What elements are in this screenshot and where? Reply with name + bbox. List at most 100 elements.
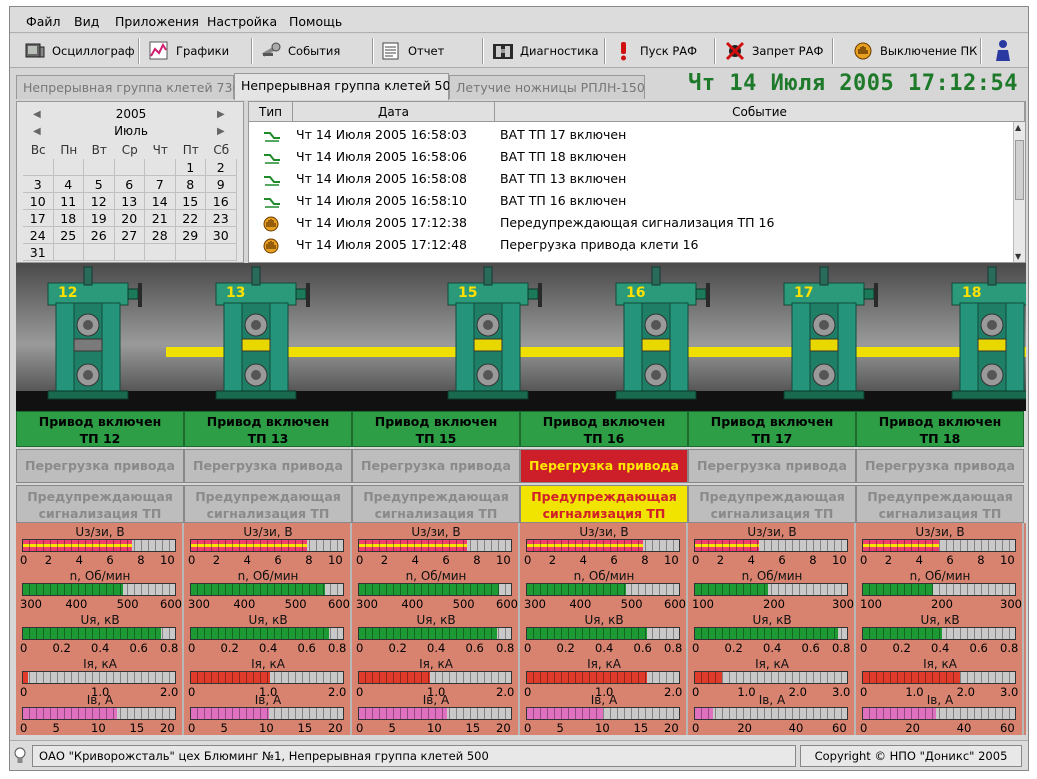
scroll-thumb[interactable] [1015,140,1024,200]
gauge-column: Uз/зи, В 0 2 4 6 8 10 n, Об/мин 100 200 300 Uя, кВ 0… [688,523,856,735]
gauge-tick-label: 0 [524,641,532,655]
calendar-day[interactable]: 19 [84,210,115,227]
calendar-day[interactable]: 24 [23,227,54,244]
gauge-tick-label: 0 [188,721,196,735]
event-row[interactable]: Чт 14 Июля 2005 17:12:48 Перегрузка приво… [249,234,1013,256]
gauge-tick-label: 0.2 [556,641,575,655]
tab-group-500[interactable]: Непрерывная группа клетей 500 [234,73,458,100]
tab-shears[interactable]: Летучие ножницы РПЛН-150 [449,75,645,99]
gauge-label: Iв, А [926,693,954,707]
calendar-day[interactable]: 28 [145,227,176,244]
calendar-day[interactable]: 30 [206,227,237,244]
menu-help[interactable]: Помощь [289,14,342,29]
column-event[interactable]: Событие [495,102,1025,122]
calendar-day[interactable]: 14 [145,193,176,210]
drive-on-label: Привод включен [374,414,498,429]
calendar-day[interactable]: 17 [23,210,54,227]
calendar-week: 10 11 12 13 14 15 16 [23,193,237,210]
event-row[interactable]: Чт 14 Июля 2005 16:58:03 ВАТ ТП 17 включе… [249,124,1013,146]
event-row[interactable]: Чт 14 Июля 2005 16:58:10 ВАТ ТП 16 включе… [249,190,1013,212]
calendar-day[interactable]: 23 [206,210,237,227]
calendar-day[interactable]: 8 [175,176,206,193]
calendar-day[interactable]: 12 [84,193,115,210]
calendar-day[interactable]: 29 [175,227,206,244]
menu-view[interactable]: Вид [74,14,99,29]
weekday: Ср [121,143,138,157]
gauge-tick-label: 20 [664,721,679,735]
gauge-tick-label: 0.4 [259,641,278,655]
gauge-bar [526,583,680,596]
gauge-tick-label: 400 [401,597,424,611]
calendar-day[interactable]: 9 [206,176,237,193]
gauge-tick-label: 6 [274,553,282,567]
oscillograph-label: Осциллограф [52,43,135,58]
gauge-tick-label: 0.8 [664,641,683,655]
calendar-day[interactable]: 7 [145,176,176,193]
calendar-day[interactable]: 13 [114,193,145,210]
calendar-day[interactable]: 2 [206,159,237,176]
calendar-day[interactable]: 1 [175,159,206,176]
event-row[interactable]: Чт 14 Июля 2005 16:58:08 ВАТ ТП 13 включе… [249,168,1013,190]
calendar-day[interactable]: 3 [23,176,54,193]
user-button[interactable] [992,37,1020,64]
gauge-ticks [359,540,511,551]
calendar-day[interactable]: 5 [84,176,115,193]
calendar-day[interactable]: 16 [206,193,237,210]
drive-on-indicator: Привод включен ТП 16 [520,411,688,447]
raf-start-button[interactable]: Пуск РАФ [612,37,697,64]
calendar-day[interactable]: 25 [53,227,84,244]
calendar-day[interactable]: 4 [53,176,84,193]
calendar-day [53,159,84,176]
gauge-tick-label: 2 [212,553,221,567]
event-row[interactable]: Чт 14 Июля 2005 17:12:38 Передупреждающая… [249,212,1013,234]
charts-button[interactable]: Графики [148,37,229,64]
pc-off-button[interactable]: Выключение ПК [852,37,977,64]
events-button[interactable]: События [260,37,340,64]
menu-file[interactable]: Файл [26,14,61,29]
event-date: Чт 14 Июля 2005 16:58:10 [296,193,467,208]
gauge-ticks [863,540,1015,551]
report-button[interactable]: Отчет [380,37,444,64]
calendar-day[interactable]: 11 [53,193,84,210]
calendar-day[interactable]: 22 [175,210,206,227]
gauge-tick-label: 15 [297,721,313,735]
calendar-day[interactable]: 31 [23,244,54,261]
calendar-day[interactable]: 26 [84,227,115,244]
drive-status-column: Привод включен ТП 17 Перегрузка привода Пре… [688,411,856,523]
gauge-tick-label: 0.6 [633,641,652,655]
event-date: Чт 14 Июля 2005 17:12:48 [296,237,467,252]
column-date[interactable]: Дата [293,102,495,122]
gauge-label: Uз/зи, В [747,525,797,539]
diagnostics-button[interactable]: Диагностика [492,37,599,64]
raf-start-label: Пуск РАФ [640,43,698,58]
gauge-bar [190,627,344,640]
drive-on-label: Привод включен [710,414,834,429]
calendar-day[interactable]: 15 [175,193,206,210]
warning-label-2: сигнализация ТП [374,506,498,521]
event-row[interactable]: Чт 14 Июля 2005 16:58:06 ВАТ ТП 18 включе… [249,146,1013,168]
raf-ban-button[interactable]: Запрет РАФ [724,37,823,64]
gauge-tick-label: 0.4 [931,641,950,655]
gauge-ticks [863,628,1015,639]
gauge-ticks [527,540,679,551]
tab-group-730[interactable]: Непрерывная группа клетей 730 [16,75,240,99]
calendar-day[interactable]: 18 [53,210,84,227]
weekday: Вт [91,143,107,157]
gauge-tick-label: 2 [44,553,53,567]
event-log-scrollbar[interactable]: ▲ ▼ [1013,122,1025,262]
calendar-day [145,244,176,261]
calendar-day[interactable]: 10 [23,193,54,210]
calendar-day[interactable]: 21 [145,210,176,227]
menu-settings[interactable]: Настройка [207,14,277,29]
column-type[interactable]: Тип [249,102,293,122]
scroll-up-icon[interactable]: ▲ [1015,123,1021,132]
calendar-day[interactable]: 27 [114,227,145,244]
menu-apps[interactable]: Приложения [115,14,199,29]
oscillograph-button[interactable]: Осциллограф [24,37,135,64]
gauge-tick-label: 600 [496,597,518,611]
gauge-tick-label: 600 [160,597,182,611]
mill-stands-graphic: 12 13 15 16 17 18 [16,263,1037,411]
scroll-down-icon[interactable]: ▼ [1015,252,1021,261]
calendar-day[interactable]: 20 [114,210,145,227]
calendar-day[interactable]: 6 [114,176,145,193]
